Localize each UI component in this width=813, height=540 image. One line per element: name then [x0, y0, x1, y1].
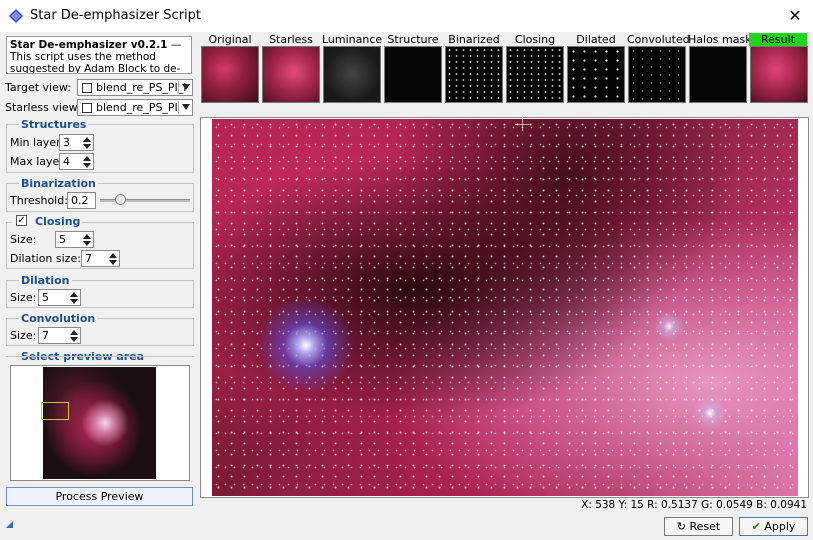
thumbnail-convoluted[interactable] — [628, 46, 686, 103]
preview-thumbnail-image[interactable] — [43, 367, 156, 479]
reset-icon: ↻ — [676, 520, 686, 533]
threshold-field[interactable]: 0.2 — [67, 192, 96, 209]
thumbnail-original[interactable] — [201, 46, 259, 103]
tab-halos-mask[interactable]: Halos mask — [688, 33, 752, 46]
chevron-down-icon — [182, 84, 190, 90]
min-layer-value: 3 — [63, 136, 70, 149]
dilation-group-size-label: Size: — [10, 291, 37, 304]
preview-selection-rect[interactable] — [41, 402, 69, 420]
arrow-down-icon[interactable] — [83, 163, 91, 168]
arrow-up-icon[interactable] — [70, 292, 78, 297]
cursor-crosshair — [522, 117, 523, 131]
pixel-readout: X: 538 Y: 15 R: 0.5137 G: 0.0549 B: 0.09… — [581, 499, 807, 511]
arrow-up-icon[interactable] — [83, 156, 91, 161]
thumbnail-luminance[interactable] — [323, 46, 381, 103]
convolution-size-value: 7 — [42, 329, 49, 342]
thumbnail-structure[interactable] — [384, 46, 442, 103]
starless-view-value: blend_re_PS_PI — [96, 101, 178, 114]
resize-grip-icon[interactable] — [6, 521, 13, 528]
closing-size-value: 5 — [59, 233, 66, 246]
target-view-value: blend_re_PS_PI_l — [96, 81, 187, 94]
closing-size-label: Size: — [10, 233, 37, 246]
threshold-label: Threshold: — [10, 194, 68, 207]
closing-title: Closing — [33, 215, 83, 228]
dilation-title: Dilation — [19, 274, 72, 287]
preview-area-selector[interactable] — [10, 365, 190, 481]
target-view-combo[interactable]: blend_re_PS_PI_l — [77, 79, 193, 96]
arrow-down-icon[interactable] — [83, 241, 91, 246]
tab-starless[interactable]: Starless — [261, 33, 321, 46]
close-icon[interactable]: ✕ — [784, 6, 806, 26]
convolution-title: Convolution — [19, 312, 98, 325]
thumbnail-closing[interactable] — [506, 46, 564, 103]
tab-structure[interactable]: Structure — [383, 33, 443, 46]
arrow-down-icon[interactable] — [70, 337, 78, 342]
dilation-size-stepper[interactable]: 7 — [81, 250, 120, 267]
arrow-down-icon[interactable] — [70, 299, 78, 304]
thumbnail-dilated[interactable] — [567, 46, 625, 103]
dilation-size-value: 7 — [85, 252, 92, 265]
min-layer-stepper[interactable]: 3 — [59, 134, 94, 151]
tab-binarized[interactable]: Binarized — [444, 33, 504, 46]
dilation-group-size-value: 5 — [42, 291, 49, 304]
reset-label: Reset — [689, 520, 721, 533]
structures-title: Structures — [19, 118, 89, 131]
arrow-up-icon[interactable] — [83, 234, 91, 239]
arrow-up-icon[interactable] — [109, 253, 117, 258]
closing-checkbox[interactable]: ✓ — [16, 215, 27, 226]
starless-view-label: Starless view: — [5, 101, 81, 114]
dilation-size-label: Dilation size: — [10, 252, 81, 265]
tab-result[interactable]: Result — [749, 33, 807, 46]
tab-original[interactable]: Original — [200, 33, 260, 46]
arrow-down-icon[interactable] — [109, 260, 117, 265]
binarization-title: Binarization — [19, 177, 98, 190]
process-preview-button[interactable]: Process Preview — [6, 487, 193, 506]
threshold-slider-track[interactable] — [100, 199, 190, 202]
tab-closing[interactable]: Closing — [505, 33, 565, 46]
thumbnail-binarized[interactable] — [445, 46, 503, 103]
tab-dilated[interactable]: Dilated — [566, 33, 626, 46]
thumbnail-result[interactable] — [750, 46, 808, 103]
threshold-slider-handle[interactable] — [115, 194, 126, 205]
starless-view-combo[interactable]: blend_re_PS_PI — [77, 99, 193, 116]
convolution-size-stepper[interactable]: 7 — [38, 327, 81, 344]
script-name: Star De-emphasizer v0.2.1 — [10, 39, 168, 51]
app-icon — [9, 9, 23, 23]
view-icon — [82, 83, 92, 93]
window-title: Star De-emphasizer Script — [30, 8, 201, 23]
apply-label: Apply — [764, 520, 796, 533]
arrow-up-icon[interactable] — [83, 137, 91, 142]
apply-button[interactable]: ✔ Apply — [739, 517, 808, 536]
check-icon: ✔ — [751, 520, 761, 533]
threshold-value: 0.2 — [71, 194, 89, 207]
thumbnail-halos-mask[interactable] — [689, 46, 747, 103]
arrow-down-icon[interactable] — [83, 144, 91, 149]
max-layer-value: 4 — [63, 155, 70, 168]
chevron-down-icon — [182, 104, 190, 110]
reset-button[interactable]: ↻ Reset — [664, 517, 733, 536]
main-preview-image[interactable] — [212, 119, 798, 496]
thumbnail-starless[interactable] — [262, 46, 320, 103]
min-layer-label: Min layer: — [10, 136, 65, 149]
view-icon — [82, 103, 92, 113]
arrow-up-icon[interactable] — [70, 330, 78, 335]
closing-size-stepper[interactable]: 5 — [55, 231, 94, 248]
tab-convoluted[interactable]: Convoluted — [627, 33, 690, 46]
convolution-size-label: Size: — [10, 329, 37, 342]
title-bar: Star De-emphasizer Script ✕ — [0, 0, 813, 32]
max-layer-stepper[interactable]: 4 — [59, 153, 94, 170]
target-view-label: Target view: — [5, 81, 71, 94]
script-description: Star De-emphasizer v0.2.1 — This script … — [6, 36, 192, 74]
dilation-group-size-stepper[interactable]: 5 — [38, 289, 81, 306]
tab-luminance[interactable]: Luminance — [322, 33, 382, 46]
